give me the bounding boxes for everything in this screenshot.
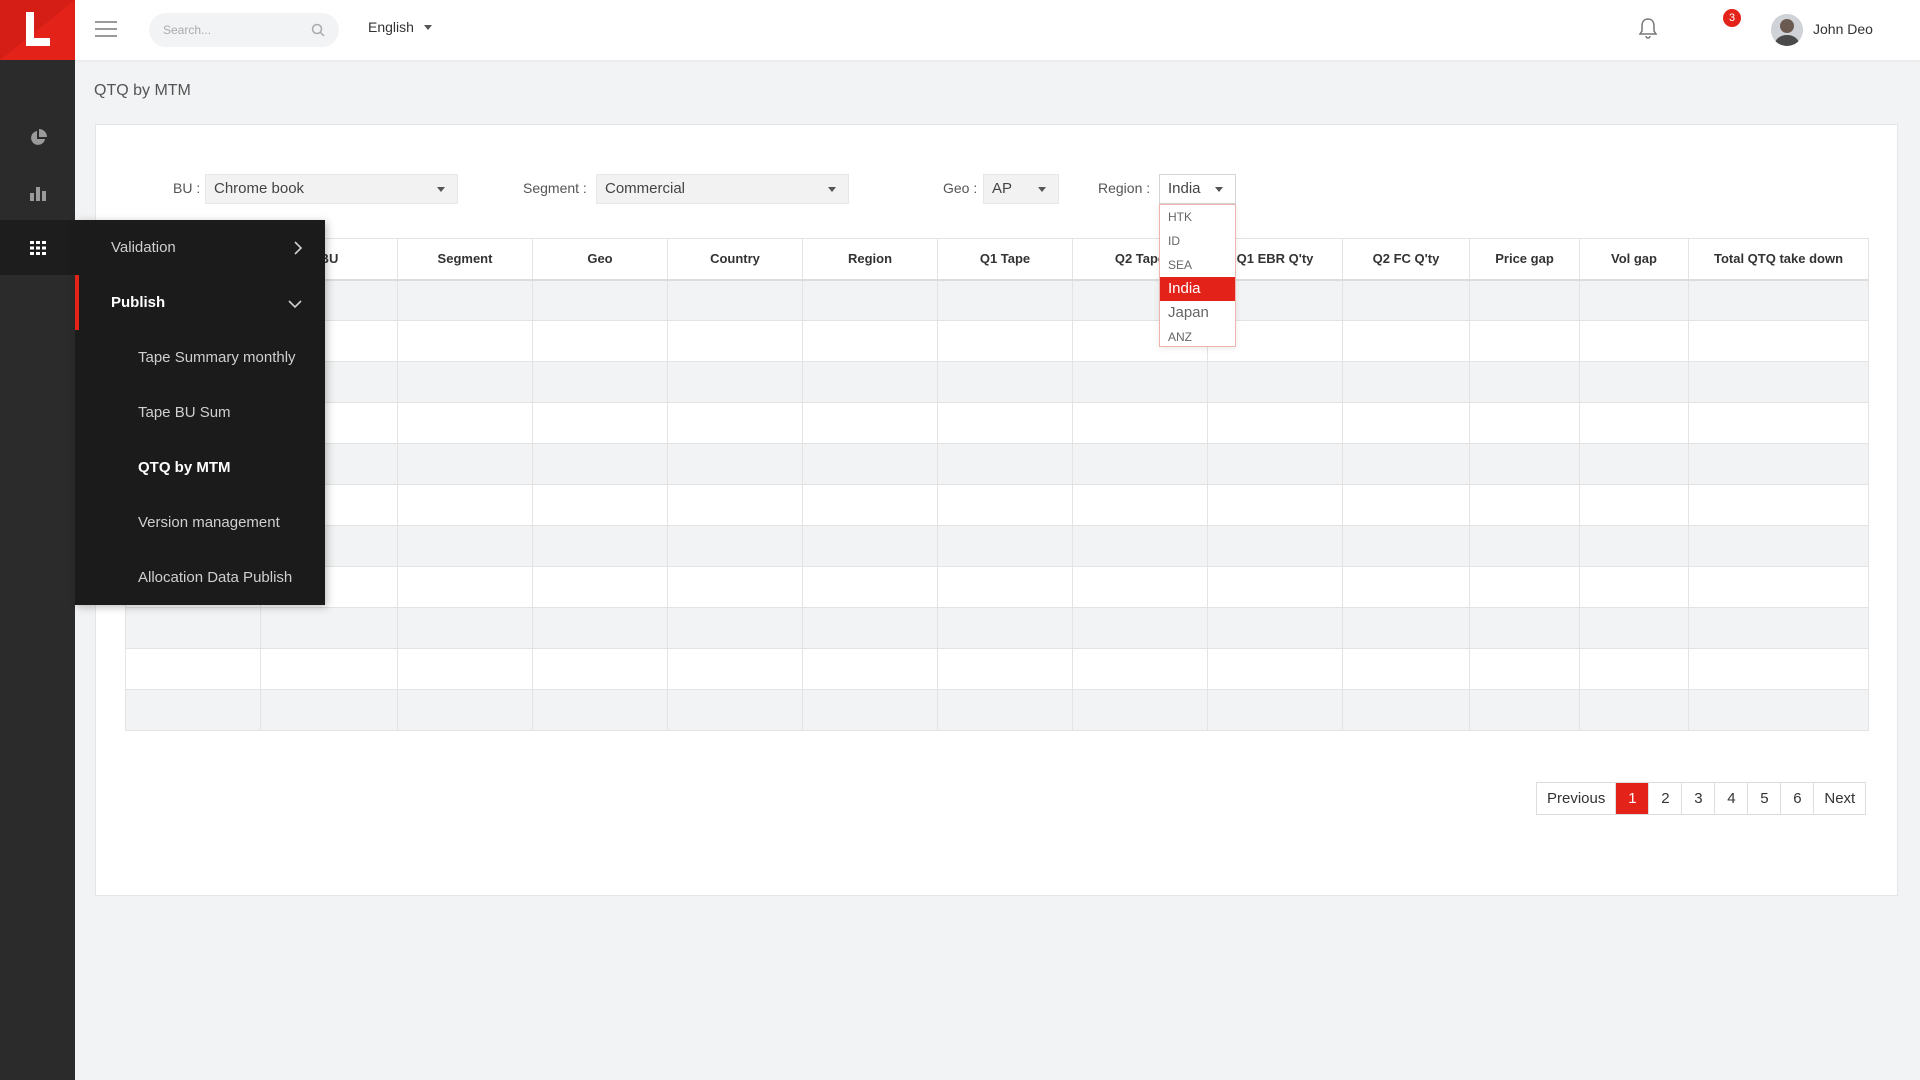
left-rail: [0, 0, 75, 1080]
table-row: [125, 361, 1869, 403]
menu-item-qtq-by-mtm[interactable]: QTQ by MTM: [75, 440, 325, 495]
chevron-right-icon: [294, 241, 303, 255]
column-header[interactable]: Q2 FC Q'ty: [1342, 238, 1470, 281]
menu-item-allocation-data-publish[interactable]: Allocation Data Publish: [75, 550, 325, 605]
pie-chart-icon: [30, 128, 47, 145]
menu-item-label: Validation: [111, 239, 176, 256]
bu-value: Chrome book: [214, 180, 305, 197]
rail-reports[interactable]: [0, 165, 75, 220]
chevron-down-icon: [288, 300, 302, 309]
column-header[interactable]: Vol gap: [1579, 238, 1689, 281]
apps-submenu: Validation Publish Tape Summary monthly …: [75, 220, 325, 605]
table-header-row: BU Segment Geo Country Region Q1 Tape Q2…: [125, 238, 1869, 281]
bu-select[interactable]: Chrome book: [205, 174, 458, 204]
hamburger-menu-icon[interactable]: [95, 21, 117, 37]
search-box: [149, 13, 339, 47]
previous-page-button[interactable]: Previous: [1537, 783, 1617, 814]
menu-item-validation[interactable]: Validation: [75, 220, 325, 275]
column-header[interactable]: Region: [802, 238, 938, 281]
table-row: [125, 443, 1869, 485]
language-label: English: [368, 19, 414, 35]
grid-icon: [29, 240, 46, 255]
region-option-selected[interactable]: India: [1160, 277, 1235, 301]
chevron-down-icon: [437, 187, 445, 192]
user-avatar-icon: [1771, 14, 1803, 46]
table-row: [125, 525, 1869, 567]
notification-badge: 3: [1723, 9, 1741, 27]
menu-item-tape-bu-sum[interactable]: Tape BU Sum: [75, 385, 325, 440]
menu-item-tape-summary-monthly[interactable]: Tape Summary monthly: [75, 330, 325, 385]
table-row: [125, 279, 1869, 321]
page-button[interactable]: 3: [1682, 783, 1716, 814]
menu-item-version-management[interactable]: Version management: [75, 495, 325, 550]
column-header[interactable]: Total QTQ take down: [1688, 238, 1869, 281]
page-button[interactable]: 1: [1616, 783, 1650, 814]
table-row: [125, 689, 1869, 731]
avatar[interactable]: [1771, 14, 1803, 46]
menu-item-label: Tape Summary monthly: [138, 349, 296, 366]
next-page-button[interactable]: Next: [1814, 783, 1866, 814]
chevron-down-icon: [1038, 187, 1046, 192]
geo-select[interactable]: AP: [983, 174, 1059, 204]
menu-item-label: Allocation Data Publish: [138, 569, 293, 586]
region-option[interactable]: ID: [1160, 229, 1235, 253]
search-input[interactable]: [163, 13, 303, 47]
column-header[interactable]: Price gap: [1469, 238, 1580, 281]
brand-logo[interactable]: [0, 0, 75, 60]
qtq-table: BU Segment Geo Country Region Q1 Tape Q2…: [125, 238, 1869, 731]
chevron-down-icon: [1215, 187, 1223, 192]
table-row: [125, 607, 1869, 649]
geo-value: AP: [992, 180, 1013, 197]
user-name[interactable]: John Deo: [1813, 21, 1873, 37]
language-selector[interactable]: English: [368, 19, 432, 35]
table-row: [125, 320, 1869, 362]
search-icon[interactable]: [311, 23, 325, 37]
column-header[interactable]: Country: [667, 238, 803, 281]
segment-value: Commercial: [605, 180, 686, 197]
pagination: Previous 1 2 3 4 5 6 Next: [1536, 782, 1867, 815]
page-button[interactable]: 2: [1649, 783, 1683, 814]
segment-select[interactable]: Commercial: [596, 174, 849, 204]
region-option[interactable]: HTK: [1160, 205, 1235, 229]
menu-item-label: Publish: [111, 294, 166, 311]
logo-mark: [26, 12, 50, 46]
table-row: [125, 402, 1869, 444]
page-title: QTQ by MTM: [94, 82, 191, 99]
region-label: Region :: [1098, 180, 1151, 196]
segment-label: Segment :: [523, 180, 587, 196]
menu-item-label: Version management: [138, 514, 280, 531]
bar-chart-icon: [29, 186, 46, 201]
chevron-down-icon: [828, 187, 836, 192]
region-value: India: [1168, 180, 1201, 197]
region-select[interactable]: India: [1159, 174, 1236, 204]
region-dropdown-menu: HTK ID SEA India Japan ANZ: [1159, 204, 1236, 347]
table-row: [125, 566, 1869, 608]
menu-item-label: QTQ by MTM: [138, 459, 231, 476]
table-row: [125, 648, 1869, 690]
column-header[interactable]: Segment: [397, 238, 533, 281]
page-button[interactable]: 5: [1748, 783, 1782, 814]
geo-label: Geo :: [943, 180, 978, 196]
column-header[interactable]: Geo: [532, 238, 668, 281]
menu-item-publish[interactable]: Publish: [75, 275, 325, 330]
rail-apps[interactable]: [0, 220, 75, 275]
menu-item-label: Tape BU Sum: [138, 404, 231, 421]
region-option[interactable]: SEA: [1160, 253, 1235, 277]
table-body: [125, 279, 1869, 731]
page-button[interactable]: 6: [1781, 783, 1815, 814]
page-button[interactable]: 4: [1715, 783, 1749, 814]
chevron-down-icon: [423, 24, 432, 30]
table-row: [125, 484, 1869, 526]
column-header[interactable]: Q1 Tape: [937, 238, 1073, 281]
bell-icon[interactable]: [1637, 16, 1659, 40]
region-option[interactable]: ANZ: [1160, 325, 1235, 349]
region-option[interactable]: Japan: [1160, 301, 1235, 325]
rail-dashboard[interactable]: [0, 110, 75, 165]
bu-label: BU :: [173, 180, 201, 196]
